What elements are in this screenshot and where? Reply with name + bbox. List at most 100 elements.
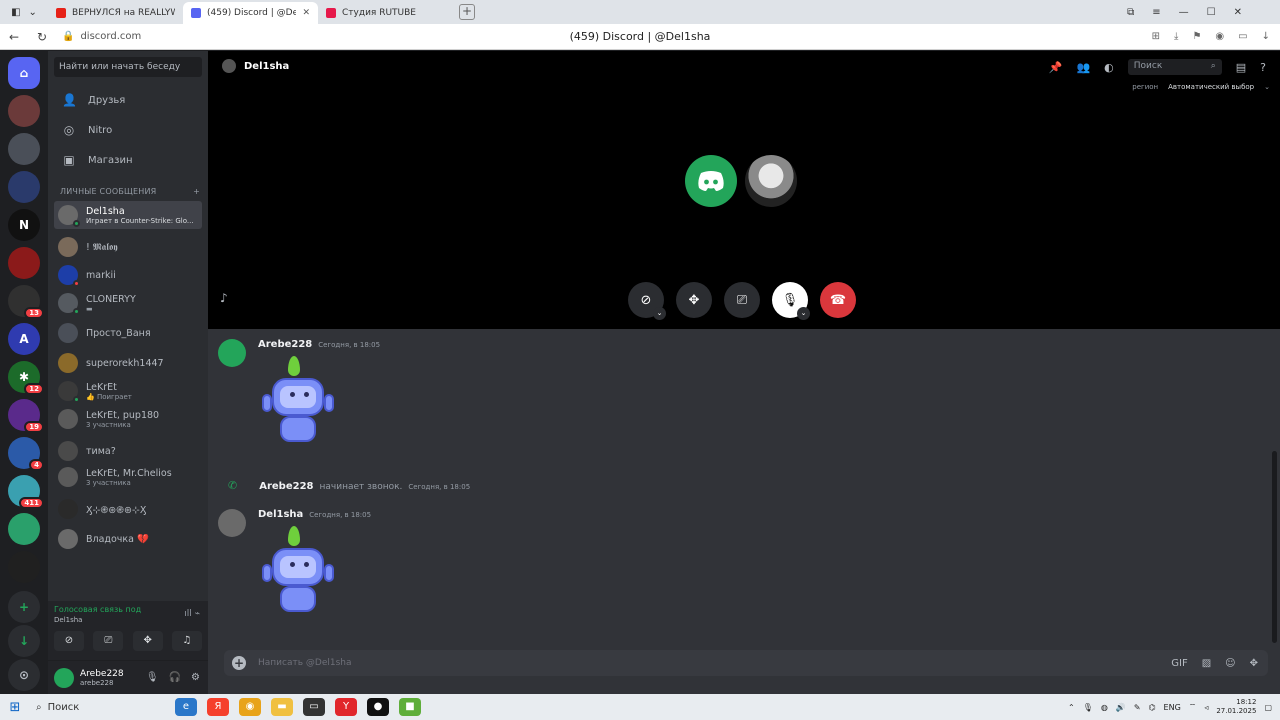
extension-icon[interactable]: ⊞	[1152, 31, 1160, 42]
tray-app-icon[interactable]: ◍	[1101, 703, 1108, 712]
soundboard-button[interactable]: ♫	[171, 631, 202, 651]
chevron-down-icon[interactable]: ⌄	[653, 307, 666, 320]
downloads-icon[interactable]: ↓	[1262, 31, 1270, 42]
chrome-icon[interactable]: ◉	[239, 698, 261, 716]
terminal-icon[interactable]: ▭	[303, 698, 325, 716]
camera-off-button[interactable]: ⊘	[54, 631, 84, 651]
find-conversation-input[interactable]: Найти или начать беседу	[54, 57, 202, 77]
message-avatar[interactable]	[218, 509, 246, 537]
download-icon[interactable]: ⤓	[1174, 31, 1178, 42]
server-avatar-12[interactable]	[8, 551, 40, 583]
speaker-icon[interactable]: ◃	[1204, 703, 1208, 712]
wave-sticker[interactable]	[258, 526, 338, 618]
server-avatar-1[interactable]	[8, 95, 40, 127]
profile-icon[interactable]: ◉	[1215, 31, 1224, 42]
message-input[interactable]: Написать @Del1sha	[258, 658, 1159, 668]
dm-nav-item[interactable]: ▣ Магазин	[54, 147, 202, 173]
add-friends-to-dm-icon[interactable]: 👥	[1076, 61, 1090, 74]
settings-gear-icon[interactable]: ⚙	[191, 672, 200, 683]
browser-tab[interactable]: Студия RUTUBE	[318, 2, 453, 24]
server-avatar-10[interactable]: 411	[8, 475, 44, 509]
tab-close-icon[interactable]: ✕	[302, 8, 310, 18]
network-icon[interactable]: ⌬	[1149, 703, 1156, 712]
add-server-icon[interactable]: +	[8, 591, 40, 623]
message-author[interactable]: Del1sha	[258, 509, 303, 520]
dm-list-item[interactable]: Del1sha Играет в Counter-Strike: Glo...	[54, 201, 202, 229]
new-tab-button[interactable]: +	[459, 4, 475, 20]
url-field[interactable]: 🔒 discord.com	[62, 31, 141, 42]
voice-channel-name[interactable]: Del1sha	[54, 616, 82, 624]
dm-list-item[interactable]: Ӽ⊹֎⊛֎⊛⊹Ӽ	[54, 495, 202, 523]
server-avatar-7[interactable]: ✱ 12	[8, 361, 44, 395]
disconnect-call-button[interactable]: ☎	[820, 282, 856, 318]
wave-sticker[interactable]	[258, 356, 338, 448]
participant-avatar-arebe228[interactable]	[685, 155, 737, 207]
notification-icon[interactable]: ▢	[1264, 703, 1272, 712]
close-window-button[interactable]: ✕	[1234, 7, 1242, 18]
minecraft-icon[interactable]: ■	[399, 698, 421, 716]
dm-list-item[interactable]: CLONERYY ▬	[54, 289, 202, 317]
download-apps-icon[interactable]: ↓	[8, 625, 40, 657]
dm-list-item[interactable]: Просто_Ваня	[54, 319, 202, 347]
dm-list-item[interactable]: LeKrEt, Mr.Chelios 3 участника	[54, 463, 202, 491]
dm-nav-item[interactable]: 👤 Друзья	[54, 87, 202, 113]
server-avatar-8[interactable]: 19	[8, 399, 44, 433]
screen-share-button[interactable]: ⎚	[93, 631, 124, 651]
server-avatar-n[interactable]: N	[8, 209, 40, 241]
server-avatar-5[interactable]: 13	[8, 285, 44, 319]
bookmark-icon[interactable]: ⚑	[1192, 31, 1201, 42]
dm-list-item[interactable]: superorekh1447	[54, 349, 202, 377]
sidebar-icon[interactable]: ▭	[1238, 31, 1247, 42]
activities-button[interactable]: ✥	[676, 282, 712, 318]
yandex-icon[interactable]: Я	[207, 698, 229, 716]
user-avatar[interactable]	[54, 667, 74, 688]
dm-list-item[interactable]: Владочка 💔	[54, 525, 202, 553]
server-avatar-2[interactable]	[8, 133, 40, 165]
tab-list-chevron-icon[interactable]: ⌄	[29, 7, 37, 18]
help-icon[interactable]: ?	[1260, 61, 1266, 74]
server-avatar-9[interactable]: 4	[8, 437, 44, 471]
server-avatar-4[interactable]	[8, 247, 40, 279]
browser-menu-icon[interactable]: ◧	[11, 7, 20, 18]
windows-start-icon[interactable]: ⊞	[0, 700, 30, 715]
browser-tab[interactable]: ВЕРНУЛСЯ на REALLYWO	[48, 2, 183, 24]
inbox-icon[interactable]: ▤	[1236, 61, 1246, 74]
language-indicator[interactable]: ENG	[1164, 703, 1181, 712]
headphones-icon[interactable]: 🎧	[169, 672, 181, 683]
tray-mic-icon[interactable]: 🎙	[1083, 703, 1093, 712]
browser-tab[interactable]: (459) Discord | @Del1sha ✕	[183, 2, 318, 24]
soundboard-icon[interactable]: ♪	[220, 291, 228, 305]
discord-home-icon[interactable]: ⌂	[8, 57, 40, 89]
mute-mic-icon[interactable]: 🎙	[146, 672, 159, 683]
taskbar-search[interactable]: ⌕ Поиск	[30, 702, 170, 713]
server-avatar-11[interactable]	[8, 513, 40, 545]
obs-icon[interactable]: ●	[367, 698, 389, 716]
dm-list-item[interactable]: markii	[54, 261, 202, 289]
system-message-author[interactable]: Arebe228	[259, 481, 313, 492]
pen-icon[interactable]: ✎	[1134, 703, 1141, 712]
attach-plus-icon[interactable]: +	[232, 656, 246, 670]
dm-nav-item[interactable]: ◎ Nitro	[54, 117, 202, 143]
dm-list-item[interactable]: LeKrEt 👍 Поиграет	[54, 377, 202, 405]
message-scrollbar[interactable]	[1272, 451, 1277, 643]
explore-icon[interactable]: ⊙	[8, 659, 40, 691]
back-button[interactable]: ←	[0, 30, 28, 44]
menu-icon[interactable]: ≡	[1152, 7, 1160, 18]
dm-list-item[interactable]: ! 𝕸𝖆𝖑𝖔𝖞	[54, 233, 202, 261]
edge-icon[interactable]: e	[175, 698, 197, 716]
user-profile-icon[interactable]: ◐	[1104, 61, 1114, 74]
screen-share-button[interactable]: ⎚	[724, 282, 760, 318]
collections-icon[interactable]: ⧉	[1127, 7, 1134, 18]
activities-button[interactable]: ✥	[132, 631, 163, 651]
sticker-icon[interactable]: ▨	[1202, 658, 1211, 669]
microphone-button[interactable]: 🎙 ⌄	[772, 282, 810, 320]
participant-avatar-del1sha[interactable]	[745, 155, 797, 207]
camera-button[interactable]: ⊘ ⌄	[628, 282, 666, 320]
reload-button[interactable]: ↻	[28, 30, 56, 44]
tray-chevron-icon[interactable]: ⌃	[1068, 703, 1075, 712]
search-input[interactable]: Поиск ⌕	[1127, 59, 1222, 75]
file-explorer-icon[interactable]: ▬	[271, 698, 293, 716]
server-avatar-3[interactable]	[8, 171, 40, 203]
gif-icon[interactable]: GIF	[1171, 658, 1187, 669]
clock[interactable]: 18:12 27.01.2025	[1216, 698, 1256, 716]
